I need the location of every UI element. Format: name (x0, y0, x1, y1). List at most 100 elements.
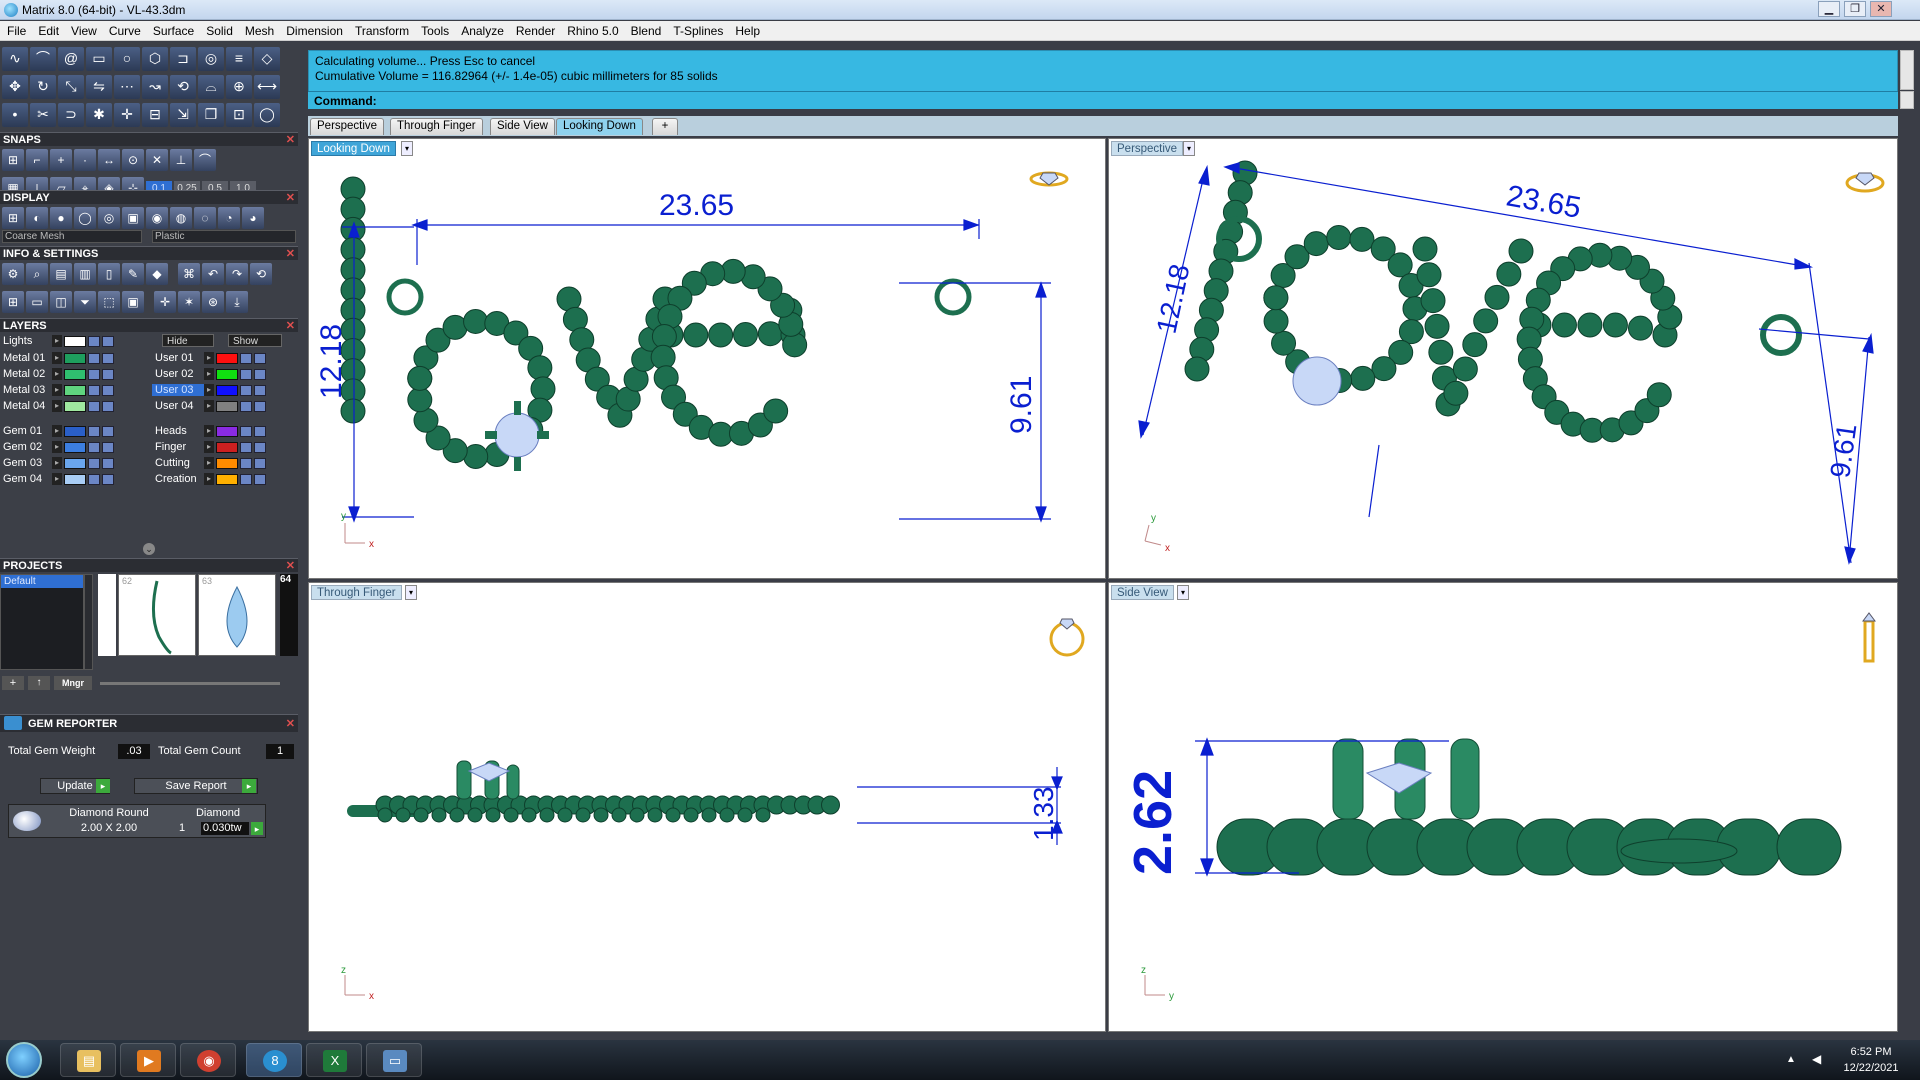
viewport-label-looking-down[interactable]: Looking Down (311, 141, 396, 156)
menu-dimension[interactable]: Dimension (279, 21, 348, 38)
project-scrollbar[interactable] (84, 574, 93, 670)
snap-point-icon[interactable]: · (74, 149, 96, 171)
settings-icon[interactable]: ⚙ (2, 263, 24, 285)
array-icon[interactable]: ⋯ (114, 75, 140, 99)
layer-color-swatch[interactable] (64, 368, 86, 380)
menu-surface[interactable]: Surface (146, 21, 199, 38)
expand-icon[interactable]: ▸ (52, 473, 62, 485)
viewport-menu-icon[interactable]: ▾ (405, 585, 417, 600)
viewport-side-view[interactable]: 2.62 z y Side View ▾ (1108, 582, 1898, 1032)
lock-icon[interactable] (88, 400, 100, 412)
lights-lock-icon[interactable] (88, 335, 100, 347)
layer-row-finger[interactable]: Finger ▸ (152, 440, 292, 454)
close-icon[interactable]: ✕ (286, 715, 295, 733)
taskbar-matrix[interactable]: 8 (246, 1043, 302, 1077)
object-properties-icon[interactable]: ▥ (74, 263, 96, 285)
tray-arrow-icon[interactable]: ▲ (1786, 1054, 1796, 1065)
document-icon[interactable]: ▯ (98, 263, 120, 285)
viewport-menu-icon[interactable]: ▾ (401, 141, 413, 156)
viewport-looking-down[interactable]: 23.65 12.18 9.61 y x Looking Down ▾ (308, 138, 1106, 579)
tab-looking-down[interactable]: Looking Down (556, 118, 643, 135)
taskbar-window[interactable]: ▭ (366, 1043, 422, 1077)
menu-view[interactable]: View (64, 21, 102, 38)
matrix-app-icon[interactable] (4, 3, 18, 17)
snap-near-icon[interactable]: + (50, 149, 72, 171)
rendered-icon[interactable]: ● (50, 207, 72, 229)
menu-mesh[interactable]: Mesh (238, 21, 279, 38)
viewport-label-side-view[interactable]: Side View (1111, 585, 1174, 600)
curve-icon[interactable]: ∿ (2, 47, 28, 71)
visibility-icon[interactable] (102, 425, 114, 437)
layer-row-user-01[interactable]: User 01 ▸ (152, 351, 292, 365)
render-icon[interactable]: ▣ (122, 291, 144, 313)
layer-row-gem-01[interactable]: Gem 01 ▸ (0, 424, 140, 438)
layer-color-swatch[interactable] (64, 473, 86, 485)
metal-gold-icon[interactable]: ◉ (146, 207, 168, 229)
viewport-perspective[interactable]: 23.65 12.18 9.61 y x Perspective ▾ (1108, 138, 1898, 579)
filter-icon[interactable]: ⏷ (74, 291, 96, 313)
layer-color-swatch[interactable] (64, 384, 86, 396)
expand-icon[interactable]: ▸ (204, 457, 214, 469)
manager-button[interactable]: Mngr (54, 676, 92, 690)
tab-perspective[interactable]: Perspective (310, 118, 385, 135)
wireframe-icon[interactable]: ⊞ (2, 207, 24, 229)
material-select[interactable]: Plastic (152, 230, 296, 243)
command-line-scrollbar[interactable] (1900, 91, 1914, 109)
gem-row[interactable]: Diamond Round 2.00 X 2.00 Diamond 1 0.03… (8, 804, 266, 838)
layer-row-user-04[interactable]: User 04 ▸ (152, 399, 292, 413)
close-icon[interactable]: ✕ (286, 559, 295, 573)
menu-curve[interactable]: Curve (102, 21, 146, 38)
gem-icon[interactable]: ◇ (254, 47, 280, 71)
taskbar-explorer[interactable]: ▤ (60, 1043, 116, 1077)
minimize-button[interactable]: ▁ (1818, 1, 1840, 17)
menu-blend[interactable]: Blend (624, 21, 667, 38)
mesh-quality-select[interactable]: Coarse Mesh (2, 230, 142, 243)
select-icon[interactable]: ⬚ (98, 291, 120, 313)
expand-icon[interactable]: ▸ (52, 352, 62, 364)
lock-icon[interactable] (88, 473, 100, 485)
snap-int-icon[interactable]: ✕ (146, 149, 168, 171)
expand-icon[interactable]: ▸ (204, 352, 214, 364)
gumball-icon[interactable]: ✛ (114, 103, 140, 127)
layer-row-metal-01[interactable]: Metal 01 ▸ (0, 351, 140, 365)
layer-icon[interactable]: ▤ (50, 263, 72, 285)
edit-icon[interactable]: ✎ (122, 263, 144, 285)
xray-icon[interactable]: ◎ (98, 207, 120, 229)
tab-side-view[interactable]: Side View (490, 118, 555, 135)
camera-icon[interactable]: ◫ (50, 291, 72, 313)
snapshot-icon[interactable]: ⌘ (178, 263, 200, 285)
viewport-layout-icon[interactable]: ⊞ (2, 291, 24, 313)
visibility-icon[interactable] (254, 473, 266, 485)
speaker-icon[interactable]: ◀ (1812, 1052, 1821, 1066)
lock-icon[interactable] (240, 425, 252, 437)
ring-icon[interactable]: ◎ (198, 47, 224, 71)
offset-icon[interactable]: ⊐ (170, 47, 196, 71)
layer-color-swatch[interactable] (216, 425, 238, 437)
menu-file[interactable]: File (0, 21, 31, 38)
metal-silver-icon[interactable]: ◔ (218, 207, 240, 229)
snap-center-icon[interactable]: ⊙ (122, 149, 144, 171)
taskbar-chrome[interactable]: ◉ (180, 1043, 236, 1077)
show-all-button[interactable]: Show (228, 334, 282, 347)
lock-icon[interactable] (88, 368, 100, 380)
visibility-icon[interactable] (254, 384, 266, 396)
viewport-label-through-finger[interactable]: Through Finger (311, 585, 402, 600)
layer-row-gem-03[interactable]: Gem 03 ▸ (0, 456, 140, 470)
visibility-icon[interactable] (254, 400, 266, 412)
rotate-icon[interactable]: ↻ (30, 75, 56, 99)
visibility-icon[interactable] (254, 457, 266, 469)
thumb-size-slider[interactable] (100, 682, 280, 685)
layer-color-swatch[interactable] (64, 457, 86, 469)
layer-color-swatch[interactable] (216, 368, 238, 380)
lock-icon[interactable] (240, 384, 252, 396)
copy-icon[interactable]: ❐ (198, 103, 224, 127)
visibility-icon[interactable] (102, 457, 114, 469)
polygon-icon[interactable]: ⬡ (142, 47, 168, 71)
command-history-scrollbar[interactable] (1900, 50, 1914, 90)
maximize-button[interactable]: ❐ (1844, 1, 1866, 17)
menu-edit[interactable]: Edit (31, 21, 64, 38)
move-icon[interactable]: ✥ (2, 75, 28, 99)
cube-icon[interactable]: ◆ (146, 263, 168, 285)
circle-icon[interactable]: ○ (114, 47, 140, 71)
single-view-icon[interactable]: ▭ (26, 291, 48, 313)
